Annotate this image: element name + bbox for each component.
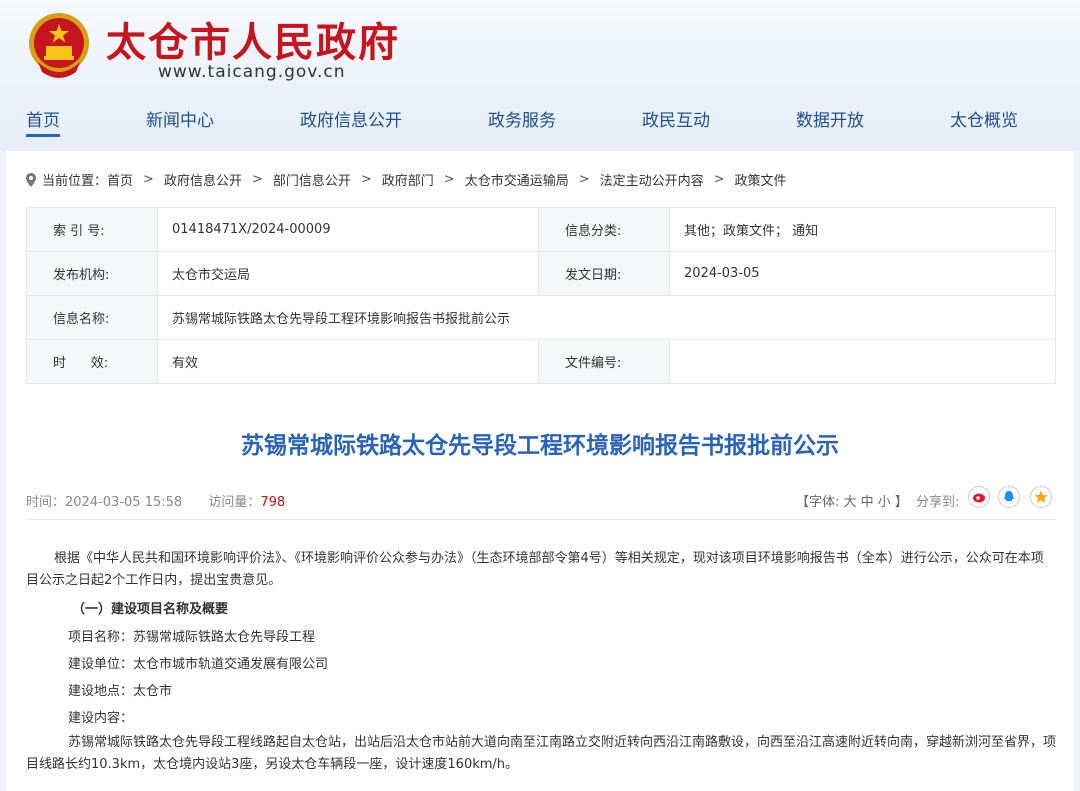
share-label: 分享到: <box>916 495 960 510</box>
nav-item-services[interactable]: 政务服务 <box>488 106 556 131</box>
document-metadata-table: 索 引 号: 01418471X/2024-00009 信息分类: 其他；政策文… <box>26 207 1056 384</box>
divider <box>26 519 1056 520</box>
date-value: 2024-03-05 <box>669 251 1056 296</box>
site-title[interactable]: 太仓市人民政府 <box>106 10 400 68</box>
breadcrumb-item-policy-docs[interactable]: 政策文件 <box>735 170 787 189</box>
hits-value: 798 <box>260 495 286 510</box>
paragraph-intro: 根据《中华人民共和国环境影响评价法》、《环境影响评价公众参与办法》（生态环境部部… <box>26 551 1044 588</box>
time-value: 2024-03-05 15:58 <box>65 495 183 510</box>
nav-active-indicator <box>26 134 60 137</box>
location-pin-icon <box>26 172 36 187</box>
info-name-label: 信息名称: <box>26 295 158 340</box>
nav-item-news[interactable]: 新闻中心 <box>146 106 214 131</box>
weibo-share-icon[interactable] <box>968 486 990 508</box>
qzone-share-icon[interactable] <box>1030 486 1052 508</box>
breadcrumb-separator: > <box>713 172 725 187</box>
breadcrumb-separator: > <box>443 172 455 187</box>
doc-number-label: 文件编号: <box>538 339 670 384</box>
category-label: 信息分类: <box>538 207 670 252</box>
article-title: 苏锡常城际铁路太仓先导段工程环境影响报告书报批前公示 <box>241 433 839 459</box>
site-url: www.taicang.gov.cn <box>158 62 346 82</box>
project-name-line: 项目名称：苏锡常城际铁路太仓先导段工程 <box>68 630 316 645</box>
article-body: 根据《中华人民共和国环境影响评价法》、《环境影响评价公众参与办法》（生态环境部部… <box>26 548 1056 592</box>
doc-number-value <box>669 339 1056 384</box>
table-row: 时 效: 有效 文件编号: <box>26 339 1056 384</box>
publisher-label: 发布机构: <box>26 251 158 296</box>
breadcrumb-separator: > <box>578 172 590 187</box>
main-nav: 首页 新闻中心 政府信息公开 政务服务 政民互动 数据开放 太仓概览 <box>0 100 1080 140</box>
nav-item-interaction[interactable]: 政民互动 <box>642 106 710 131</box>
breadcrumb: 当前位置： 首页 > 政府信息公开 > 部门信息公开 > 政府部门 > 太仓市交… <box>26 170 787 189</box>
index-label: 索 引 号: <box>26 207 158 252</box>
breadcrumb-separator: > <box>360 172 372 187</box>
publisher-value: 太仓市交运局 <box>157 251 539 296</box>
date-label: 发文日期: <box>538 251 670 296</box>
article-info: 时间：2024-03-05 15:58 访问量：798 <box>26 491 285 510</box>
breadcrumb-item-gov-info[interactable]: 政府信息公开 <box>164 170 242 189</box>
breadcrumb-item-statutory[interactable]: 法定主动公开内容 <box>600 170 704 189</box>
nav-item-gov-info[interactable]: 政府信息公开 <box>300 106 402 131</box>
national-emblem-icon <box>29 13 89 78</box>
qq-share-icon[interactable] <box>998 486 1020 508</box>
font-size-control[interactable]: 【字体: 大 中 小 】 <box>796 491 908 510</box>
nav-item-home[interactable]: 首页 <box>26 106 60 131</box>
index-value: 01418471X/2024-00009 <box>157 207 539 252</box>
section-heading: （一）建设项目名称及概要 <box>72 602 229 617</box>
time-label: 时间： <box>26 495 66 510</box>
table-row: 信息名称: 苏锡常城际铁路太仓先导段工程环境影响报告书报批前公示 <box>26 295 1056 340</box>
validity-value: 有效 <box>157 339 539 384</box>
nav-item-open-data[interactable]: 数据开放 <box>796 106 864 131</box>
breadcrumb-item-dept-info[interactable]: 部门信息公开 <box>273 170 351 189</box>
breadcrumb-separator: > <box>143 172 154 187</box>
breadcrumb-prefix: 当前位置： <box>42 174 108 189</box>
content-label-line: 建设内容： <box>68 711 134 726</box>
builder-line: 建设单位：太仓市城市轨道交通发展有限公司 <box>68 657 329 672</box>
paragraph-content: 苏锡常城际铁路太仓先导段工程线路起自太仓站，出站后沿太仓市站前大道向南至江南路立… <box>26 735 1057 772</box>
table-row: 发布机构: 太仓市交运局 发文日期: 2024-03-05 <box>26 251 1056 296</box>
article-body-continued: 苏锡常城际铁路太仓先导段工程线路起自太仓站，出站后沿太仓市站前大道向南至江南路立… <box>26 732 1056 776</box>
breadcrumb-separator: > <box>251 172 263 187</box>
validity-label: 时 效: <box>26 339 158 384</box>
breadcrumb-item-transport-bureau[interactable]: 太仓市交通运输局 <box>465 170 569 189</box>
info-name-value: 苏锡常城际铁路太仓先导段工程环境影响报告书报批前公示 <box>157 295 1056 340</box>
table-row: 索 引 号: 01418471X/2024-00009 信息分类: 其他；政策文… <box>26 207 1056 252</box>
location-line: 建设地点：太仓市 <box>68 684 173 699</box>
nav-item-overview[interactable]: 太仓概览 <box>950 106 1018 131</box>
breadcrumb-item-home[interactable]: 首页 <box>107 170 133 189</box>
category-value: 其他；政策文件； 通知 <box>669 207 1056 252</box>
breadcrumb-item-gov-depts[interactable]: 政府部门 <box>382 170 434 189</box>
hits-label: 访问量： <box>208 495 261 510</box>
